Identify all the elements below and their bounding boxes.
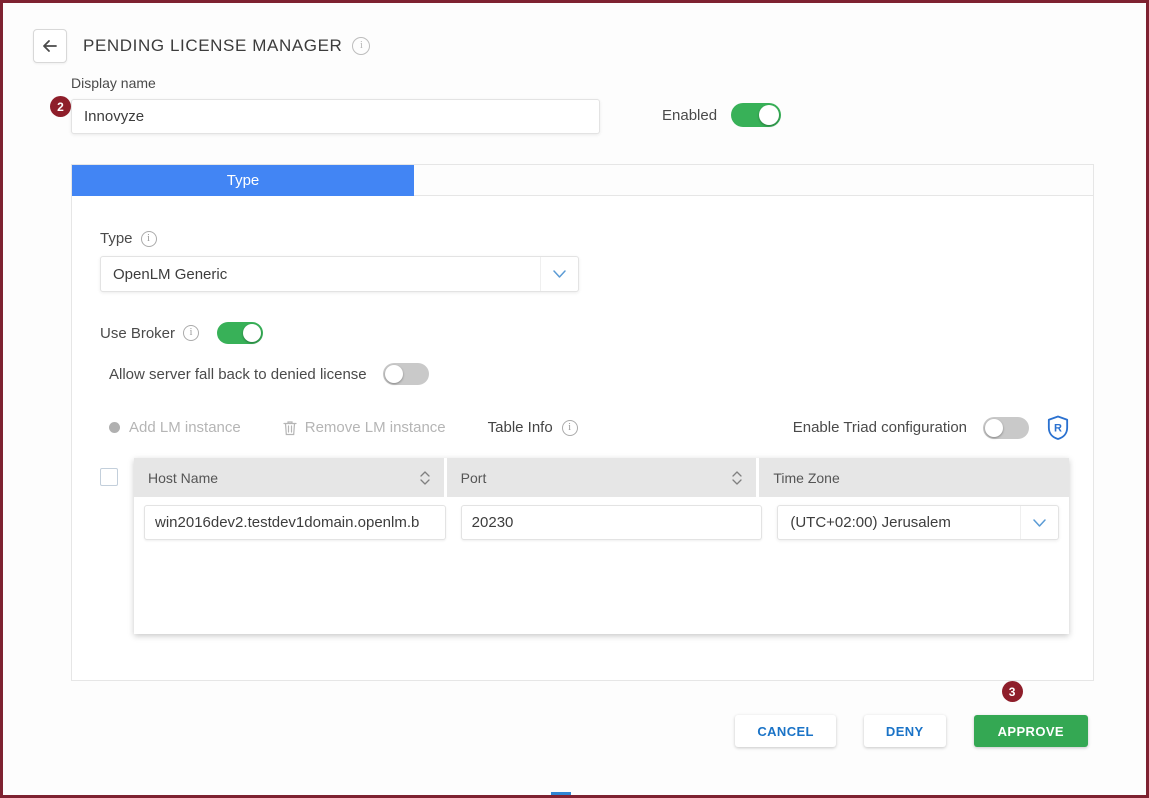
tab-bar: Type	[72, 165, 1093, 196]
table-info: Table Info i	[488, 419, 578, 436]
lm-instance-table: Host Name Port Time	[100, 458, 1069, 634]
time-zone-select[interactable]: (UTC+02:00) Jerusalem	[777, 505, 1059, 540]
display-name-field: Display name 2	[71, 75, 600, 134]
enabled-group: Enabled	[662, 103, 781, 127]
table-row: (UTC+02:00) Jerusalem	[144, 505, 1059, 540]
display-name-input[interactable]	[71, 99, 600, 134]
table-info-icon[interactable]: i	[562, 420, 578, 436]
arrow-left-icon	[41, 37, 59, 55]
toggle-knob	[985, 419, 1003, 437]
table-info-label: Table Info	[488, 419, 553, 436]
type-info-icon[interactable]: i	[141, 231, 157, 247]
column-header-time-zone[interactable]: Time Zone	[759, 458, 1069, 497]
use-broker-label: Use Broker	[100, 325, 175, 342]
port-input[interactable]	[461, 505, 763, 540]
cancel-button[interactable]: CANCEL	[735, 715, 836, 747]
use-broker-info-icon[interactable]: i	[183, 325, 199, 341]
back-button[interactable]	[33, 29, 67, 63]
trash-icon	[283, 420, 297, 436]
host-name-input[interactable]	[144, 505, 446, 540]
svg-text:R: R	[1054, 423, 1062, 435]
toggle-knob	[243, 324, 261, 342]
table-card: Host Name Port Time	[134, 458, 1069, 634]
column-header-port[interactable]: Port	[447, 458, 757, 497]
triad-label: Enable Triad configuration	[793, 419, 967, 436]
sort-icon[interactable]	[420, 471, 430, 485]
type-select-value: OpenLM Generic	[101, 266, 239, 283]
toggle-knob	[759, 105, 779, 125]
fallback-toggle[interactable]	[383, 363, 429, 385]
deny-button[interactable]: DENY	[864, 715, 946, 747]
remove-lm-instance-button[interactable]: Remove LM instance	[283, 419, 446, 436]
add-lm-instance-label: Add LM instance	[129, 419, 241, 436]
chevron-down-icon	[1020, 506, 1058, 539]
horizontal-scrollbar-thumb[interactable]	[551, 792, 571, 795]
fallback-label: Allow server fall back to denied license	[109, 366, 367, 383]
fallback-row: Allow server fall back to denied license	[100, 363, 1069, 385]
column-header-host-name[interactable]: Host Name	[134, 458, 444, 497]
approve-wrap: 3 APPROVE	[974, 715, 1088, 747]
type-label: Type	[100, 230, 133, 247]
page-title: PENDING LICENSE MANAGER	[83, 36, 342, 56]
type-panel: Type i OpenLM Generic Use Broker i Allow…	[72, 196, 1093, 680]
triad-group: Enable Triad configuration R	[793, 415, 1069, 440]
sort-icon[interactable]	[732, 471, 742, 485]
display-name-input-wrap: 2	[71, 99, 600, 134]
remove-lm-instance-label: Remove LM instance	[305, 419, 446, 436]
tab-type[interactable]: Type	[72, 165, 414, 196]
type-label-row: Type i	[100, 230, 1069, 247]
display-name-row: Display name 2 Enabled	[3, 63, 1146, 134]
triad-toggle[interactable]	[983, 417, 1029, 439]
type-select[interactable]: OpenLM Generic	[100, 256, 579, 292]
table-header-row: Host Name Port Time	[134, 458, 1069, 497]
checkbox-column	[100, 458, 134, 634]
annotation-badge-3: 3	[1002, 681, 1023, 702]
column-header-label: Port	[461, 470, 487, 486]
enabled-label: Enabled	[662, 107, 717, 124]
use-broker-toggle[interactable]	[217, 322, 263, 344]
table-toolbar: Add LM instance Remove LM instance Table…	[100, 415, 1069, 440]
display-name-label: Display name	[71, 75, 600, 91]
add-lm-instance-button[interactable]: Add LM instance	[109, 419, 241, 436]
chevron-down-icon	[540, 257, 578, 291]
toggle-knob	[385, 365, 403, 383]
page-header: PENDING LICENSE MANAGER i	[3, 3, 1146, 63]
enabled-toggle[interactable]	[731, 103, 781, 127]
select-all-checkbox[interactable]	[100, 468, 118, 486]
license-manager-card: Type Type i OpenLM Generic Use Broker i …	[71, 164, 1094, 681]
shield-r-icon[interactable]: R	[1047, 415, 1069, 440]
time-zone-value: (UTC+02:00) Jerusalem	[778, 514, 962, 531]
add-circle-icon	[109, 422, 120, 433]
title-info-icon[interactable]: i	[352, 37, 370, 55]
column-header-label: Host Name	[148, 470, 218, 486]
use-broker-row: Use Broker i	[100, 322, 1069, 344]
action-footer: CANCEL DENY 3 APPROVE	[3, 715, 1146, 747]
column-header-label: Time Zone	[773, 470, 839, 486]
annotation-badge-2: 2	[50, 96, 71, 117]
approve-button[interactable]: APPROVE	[974, 715, 1088, 747]
table-body: (UTC+02:00) Jerusalem	[134, 497, 1069, 632]
